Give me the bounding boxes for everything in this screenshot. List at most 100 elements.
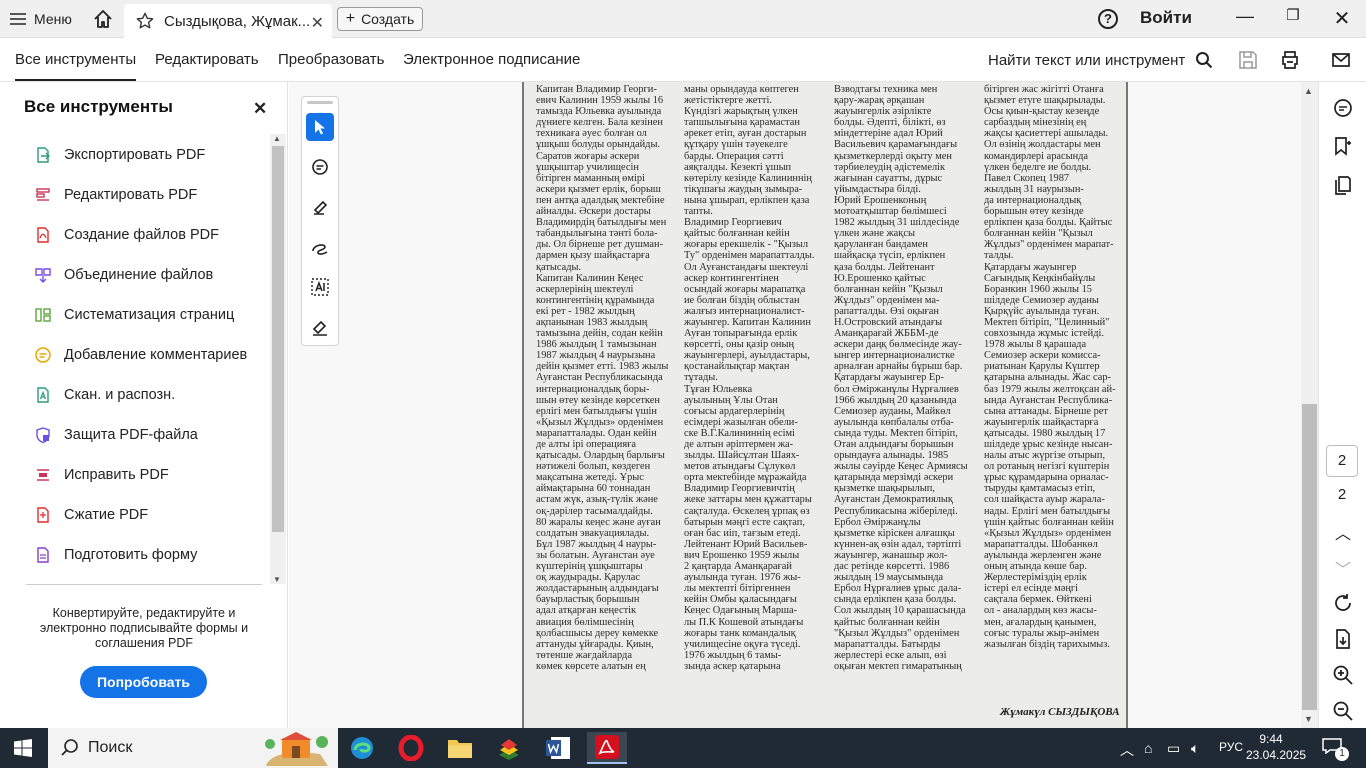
sidebar-item-label: Добавление комментариев [64,347,248,363]
restore-icon[interactable]: ❐ [1280,6,1306,30]
sidebar-item-compress-pdf[interactable]: Сжатие PDF [34,504,148,526]
tab-close-icon[interactable]: ✕ [311,13,324,33]
taskbar-word[interactable] [538,732,578,764]
star-icon[interactable] [136,12,154,30]
pen-sign-icon [312,320,327,336]
scroll-up-arrow-icon[interactable]: ▲ [273,134,281,143]
scroll-down-arrow-icon[interactable]: ▼ [1304,714,1313,724]
sidebar-item-edit-pdf[interactable]: Редактировать PDF [34,184,197,206]
clock[interactable]: 9:44 23.04.2025 [1246,731,1306,763]
show-hidden-icons-icon[interactable]: ︿ [1120,740,1134,760]
find-tool-button[interactable]: Найти текст или инструмент [988,51,1213,69]
sidebar-item-label: Исправить PDF [64,467,169,483]
bookmarks-icon[interactable] [1332,135,1354,157]
select-tool-button[interactable] [306,113,334,141]
acrobat-icon [595,735,619,759]
sidebar-item-label: Систематизация страниц [64,307,235,323]
sidebar-item-export-pdf[interactable]: Экспортировать PDF [34,144,205,166]
search-label: Поиск [88,739,133,756]
opera-browser-icon [398,735,424,761]
document-scrollbar[interactable]: ▲ ▼ [1301,82,1318,728]
taskbar-acrobat[interactable] [587,732,627,764]
draw-tool-button[interactable] [306,233,334,261]
try-button[interactable]: Попробовать [80,666,207,698]
sidebar-item-label: Сжатие PDF [64,507,149,523]
volume-muted-icon[interactable]: 🔈︎ [1191,740,1199,757]
sidebar-item-label: Экспортировать PDF [64,147,206,163]
cursor-icon [315,120,325,135]
quick-tools-bar [301,96,339,346]
sidebar-item-organize-pages[interactable]: Систематизация страниц [34,304,234,326]
rotate-icon[interactable] [1332,592,1354,614]
sidebar-divider [26,584,262,585]
text-column-3: Взводтағы техника мен қару-жарақ әрқашан… [834,84,968,672]
taskbar-opera[interactable] [391,732,431,764]
language-indicator[interactable]: РУС [1219,740,1243,754]
drag-handle[interactable] [307,101,333,104]
hamburger-icon [10,13,26,25]
sidebar-item-comment[interactable]: Добавление комментариев [34,344,247,366]
document-tab[interactable]: Сыздықова, Жұмак... ✕ [124,4,332,38]
signin-button[interactable]: Войти [1140,8,1192,28]
close-window-icon[interactable]: ✕ [1329,6,1355,30]
comments-panel-icon[interactable] [1332,97,1354,119]
edge-browser-icon [351,737,373,759]
tab-edit[interactable]: Редактировать [155,51,259,68]
windows-taskbar: Поиск ︿ ⌂ ▭ 🔈︎ РУС 9:44 23.04.2025 1 [0,728,1366,768]
menu-button[interactable]: Меню [10,9,72,29]
tab-all-tools[interactable]: Все инструменты [15,51,137,81]
current-page-input[interactable]: 2 [1326,445,1358,477]
sidebar-item-label: Скан. и распозн. [64,387,176,403]
edit-pdf-icon [36,188,50,201]
add-comment-icon [312,159,328,175]
minimize-icon[interactable]: — [1232,6,1258,30]
sidebar-title: Все инструменты [24,97,173,116]
sign-tool-button[interactable] [306,313,334,341]
taskbar-search[interactable]: Поиск [48,728,338,768]
sidebar-item-label: Подготовить форму [64,547,198,563]
help-icon[interactable]: ? [1098,9,1118,29]
page-thumbnails-icon[interactable] [1332,174,1354,196]
sidebar-item-redact-pdf[interactable]: Исправить PDF [34,464,169,486]
search-icon [61,739,78,756]
save-icon[interactable] [1237,49,1259,71]
text-select-tool-button[interactable] [306,273,334,301]
zoom-in-icon[interactable] [1332,664,1354,686]
sidebar-item-prepare-form[interactable]: Подготовить форму [34,544,197,566]
next-page-icon[interactable]: ﹀ [1335,556,1351,580]
sidebar-item-combine-files[interactable]: Объединение файлов [34,264,213,286]
taskbar-edge[interactable] [342,732,382,764]
sidebar-item-scan-ocr[interactable]: Скан. и распозн. [34,384,175,406]
tab-e-sign[interactable]: Электронное подписание [403,51,580,68]
tray-app-icon[interactable]: ⌂ [1144,740,1152,756]
extract-page-icon[interactable] [1332,628,1354,650]
print-icon[interactable] [1279,49,1301,71]
sidebar-item-label: Объединение файлов [64,267,214,283]
sidebar-scrollbar[interactable]: ▲ ▼ [270,134,286,584]
windows-start-icon[interactable] [14,739,32,757]
sidebar-item-protect-pdf[interactable]: Защита PDF-файла [34,424,198,446]
comment-tool-button[interactable] [306,153,334,181]
sidebar-item-create-pdf[interactable]: Создание файлов PDF [34,224,219,246]
document-scroll-thumb[interactable] [1302,404,1317,710]
text-column-2: маны орындауда көптеген жетістіктерге же… [684,84,815,672]
zoom-out-icon[interactable] [1332,700,1354,722]
text-box-icon [311,278,329,296]
taskbar-explorer[interactable] [440,732,480,764]
freehand-icon [312,244,328,255]
taskbar-app-books[interactable] [489,732,529,764]
notification-center-icon[interactable]: 1 [1322,738,1349,761]
sidebar-close-icon[interactable]: ✕ [253,99,267,119]
sidebar-scroll-thumb[interactable] [272,146,284,532]
scroll-down-arrow-icon[interactable]: ▼ [273,575,281,584]
tab-convert[interactable]: Преобразовать [278,51,384,68]
scroll-up-arrow-icon[interactable]: ▲ [1304,86,1313,96]
home-icon[interactable] [92,8,114,30]
pdf-page[interactable]: Капитан Владимир Георги- евич Калинин 19… [522,82,1128,728]
notification-badge: 1 [1335,747,1349,761]
highlight-tool-button[interactable] [306,193,334,221]
prev-page-icon[interactable]: ︿ [1335,520,1351,544]
network-icon[interactable]: ▭ [1167,740,1180,757]
email-icon[interactable] [1330,49,1352,71]
create-button[interactable]: + Создать [337,7,423,31]
